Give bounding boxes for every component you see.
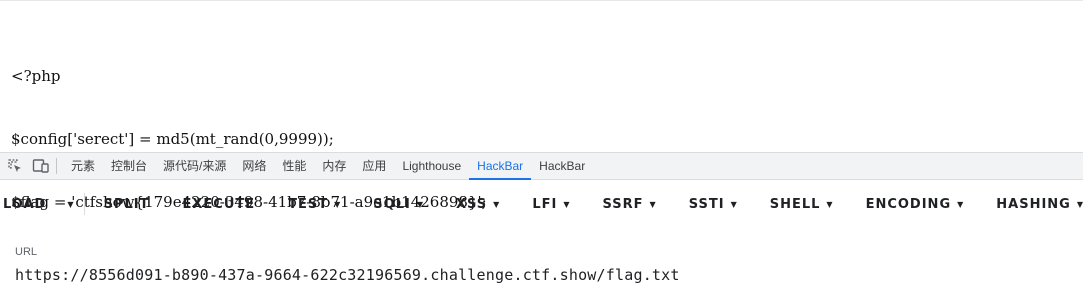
caret-down-icon: ▼: [1076, 199, 1083, 209]
code-line: $config['serect'] = md5(mt_rand(0,9999))…: [11, 130, 334, 148]
load-dropdown-button[interactable]: ▼: [67, 188, 73, 220]
caret-down-icon: ▼: [826, 199, 833, 209]
caret-down-icon: ▼: [957, 199, 964, 209]
device-toolbar-icon[interactable]: [32, 157, 50, 175]
caret-down-icon: ▼: [649, 199, 656, 209]
ssrf-menu-button[interactable]: SSRF ▼: [603, 188, 656, 220]
code-line: <?php: [11, 67, 61, 85]
tab-memory[interactable]: 内存: [314, 153, 354, 180]
caret-down-icon: ▼: [67, 199, 74, 209]
tab-hackbar-active[interactable]: HackBar: [469, 153, 532, 180]
tab-hackbar[interactable]: HackBar: [531, 153, 593, 180]
caret-down-icon: ▼: [563, 199, 570, 209]
shell-menu-button[interactable]: SHELL ▼: [770, 188, 833, 220]
tab-performance[interactable]: 性能: [274, 153, 314, 180]
lfi-menu-button[interactable]: LFI ▼: [532, 188, 569, 220]
sqli-menu-button[interactable]: SQLI ▼: [373, 188, 423, 220]
caret-down-icon: ▼: [334, 199, 341, 209]
encoding-menu-button[interactable]: ENCODING ▼: [866, 188, 964, 220]
tab-elements[interactable]: 元素: [63, 153, 103, 180]
split-button[interactable]: SPLIT: [104, 188, 150, 220]
hashing-menu-button[interactable]: HASHING ▼: [996, 188, 1083, 220]
ssti-menu-button[interactable]: SSTI ▼: [689, 188, 737, 220]
inspect-element-icon[interactable]: [6, 157, 24, 175]
tab-sources[interactable]: 源代码/来源: [155, 153, 234, 180]
tab-lighthouse[interactable]: Lighthouse: [394, 153, 469, 180]
url-field-label: URL: [15, 246, 38, 258]
execute-button[interactable]: EXECUTE: [183, 188, 256, 220]
url-input[interactable]: https://8556d091-b890-437a-9664-622c3219…: [15, 266, 680, 284]
caret-down-icon: ▼: [416, 199, 423, 209]
caret-down-icon: ▼: [493, 199, 500, 209]
tab-application[interactable]: 应用: [354, 153, 394, 180]
tab-network[interactable]: 网络: [234, 153, 274, 180]
toolbar-separator: [56, 158, 57, 174]
devtools-tab-bar: 元素 控制台 源代码/来源 网络 性能 内存 应用 Lighthouse Hac…: [0, 152, 1083, 180]
load-button[interactable]: LOAD: [3, 188, 46, 220]
top-divider: [0, 0, 1083, 1]
xss-menu-button[interactable]: XSS ▼: [456, 188, 499, 220]
hackbar-toolbar: LOAD ▼ SPLIT EXECUTE TEST ▼ SQLI ▼ XSS ▼ LF…: [0, 188, 1083, 220]
tab-console[interactable]: 控制台: [103, 153, 155, 180]
test-menu-button[interactable]: TEST ▼: [288, 188, 340, 220]
caret-down-icon: ▼: [730, 199, 737, 209]
